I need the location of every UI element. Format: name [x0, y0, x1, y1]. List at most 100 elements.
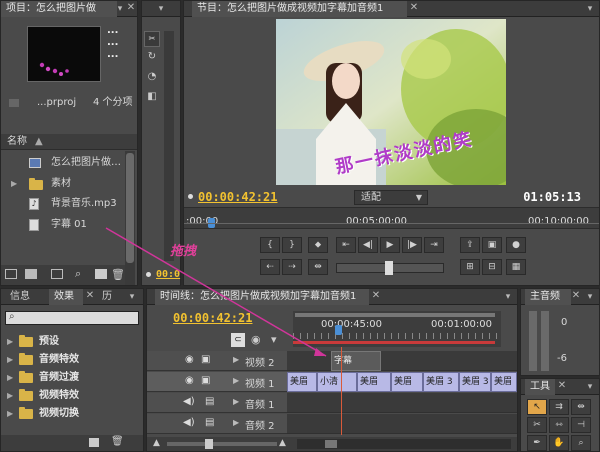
expand-arrow-icon[interactable]: ▶ [233, 418, 239, 427]
panel-menu-icon[interactable]: ▾ [585, 4, 595, 14]
loop-icon[interactable]: ↻ [144, 51, 160, 65]
expand-arrow-icon[interactable]: ▶ [7, 405, 13, 423]
ripple-edit-tool-icon[interactable]: ⇹ [571, 399, 591, 415]
effects-item[interactable]: ▶ 视频特效 [5, 387, 139, 405]
mark-icon[interactable]: ✂ [144, 31, 160, 47]
output-button[interactable]: ▦ [506, 259, 526, 275]
tab-history[interactable]: 历 [97, 289, 119, 305]
scrollbar-thumb[interactable] [126, 153, 134, 263]
column-header[interactable]: 名称 ▲ [1, 134, 137, 150]
go-to-in-button[interactable]: ⇤ [336, 237, 356, 253]
project-item[interactable]: 怎么把图片做… [1, 153, 137, 173]
tab-master-audio[interactable]: 主音频 [525, 289, 571, 305]
track-select-tool-icon[interactable]: ⇉ [549, 399, 569, 415]
video-clip[interactable]: 美眉 3 [423, 372, 459, 392]
new-bin-icon[interactable] [95, 269, 107, 279]
mark-in-button[interactable]: { [260, 237, 280, 253]
export-frame-button[interactable]: ● [506, 237, 526, 253]
multicam-button[interactable]: ⊟ [482, 259, 502, 275]
timeline-scrollbar[interactable] [297, 439, 511, 449]
marker-icon[interactable]: ◉ [251, 333, 261, 346]
zoom-in-icon[interactable]: ▲ [279, 438, 286, 448]
effects-item[interactable]: ▶ 音频特效 [5, 351, 139, 369]
timeline-current-timecode[interactable]: 00:00:42:21 [173, 311, 252, 325]
video-clip[interactable]: 美眉 3 [459, 372, 491, 392]
expand-arrow-icon[interactable]: ▶ [233, 355, 239, 364]
panel-menu-icon[interactable]: ▾ [156, 4, 166, 14]
speaker-icon[interactable]: ◀) [183, 417, 195, 428]
track-video-2[interactable]: 字幕 [287, 351, 517, 371]
play-button[interactable]: ▶ [380, 237, 400, 253]
pen-tool-icon[interactable]: ✒ [527, 435, 547, 451]
list-view-icon[interactable] [5, 269, 17, 279]
speaker-icon[interactable]: ◀) [183, 396, 195, 407]
expand-arrow-icon[interactable]: ▶ [233, 376, 239, 385]
track-header-audio-2[interactable]: ◀) ▤ ▶ 音频 2 [147, 414, 287, 434]
timeline-ruler[interactable]: 00:00:45:00 00:01:00:00 [293, 311, 501, 347]
eye-icon[interactable]: ◉ [185, 375, 194, 386]
play-in-to-out-button[interactable]: ⇹ [308, 259, 328, 275]
audio-icon[interactable]: ◔ [144, 71, 160, 85]
delete-icon[interactable]: 🗑 [111, 268, 125, 281]
zoom-slider-knob[interactable] [205, 439, 213, 449]
add-marker-icon[interactable]: ▾ [271, 333, 277, 346]
zoom-slider[interactable] [167, 439, 277, 449]
expand-arrow-icon[interactable]: ▶ [7, 369, 13, 387]
track-header-video-1[interactable]: ◉ ▣ ▶ 视频 1 [147, 372, 287, 392]
track-audio-2[interactable] [287, 414, 517, 434]
safe-margin-icon[interactable]: ◧ [144, 91, 160, 105]
find-icon[interactable]: ⌕ [75, 267, 81, 281]
expand-arrow-icon[interactable]: ▶ [233, 397, 239, 406]
tab-effects[interactable]: 效果 [49, 289, 83, 305]
fit-dropdown[interactable]: 适配 ▼ [354, 190, 428, 205]
video-clip[interactable]: 小清 [317, 372, 357, 392]
step-forward-button[interactable]: |▶ [402, 237, 422, 253]
track-header-video-2[interactable]: ◉ ▣ ▶ 视频 2 [147, 351, 287, 371]
shuttle-knob[interactable] [385, 261, 393, 275]
scrollbar-thumb[interactable] [325, 440, 337, 448]
project-item[interactable]: ♪ 背景音乐.mp3 [1, 194, 137, 214]
close-icon[interactable]: ✕ [409, 2, 419, 14]
zoom-bar[interactable] [295, 313, 495, 317]
video-clip[interactable]: 美眉 [357, 372, 391, 392]
work-area-bar[interactable] [293, 341, 495, 344]
effects-item[interactable]: ▶ 预设 [5, 333, 139, 351]
source-timecode[interactable]: 00:0 [156, 265, 180, 285]
set-marker-button[interactable]: ⬥ [308, 237, 328, 253]
icon-view-icon[interactable] [25, 269, 37, 279]
tab-tools[interactable]: 工具 [525, 379, 555, 395]
track-audio-1[interactable] [287, 393, 517, 413]
mark-out-button[interactable]: } [282, 237, 302, 253]
panel-menu-icon[interactable]: ▾ [127, 292, 137, 302]
project-item[interactable]: ▶ 素材 [1, 174, 137, 194]
go-to-out-button[interactable]: ⇥ [424, 237, 444, 253]
delete-icon[interactable]: 🗑 [111, 436, 124, 447]
program-ruler[interactable]: :00:00 00:05:00:00 00:10:00:00 [184, 207, 599, 229]
slide-tool-icon[interactable]: ⊣ [571, 417, 591, 433]
video-clip[interactable]: 美眉 [491, 372, 517, 392]
effects-item[interactable]: ▶ 视频切换 [5, 405, 139, 423]
expand-arrow-icon[interactable]: ▶ [7, 351, 13, 369]
panel-menu-icon[interactable]: ▾ [115, 4, 125, 14]
video-clip[interactable]: 美眉 [287, 372, 317, 392]
tab-timeline[interactable]: 时间线：怎么把图片做成视频加字幕加音频1 [155, 289, 369, 305]
automate-icon[interactable] [51, 269, 63, 279]
new-bin-icon[interactable] [89, 438, 99, 447]
close-icon[interactable]: ✕ [85, 290, 95, 302]
track-header-audio-1[interactable]: ◀) ▤ ▶ 音频 1 [147, 393, 287, 413]
lift-button[interactable]: ⇪ [460, 237, 480, 253]
trim-button[interactable]: ⊞ [460, 259, 480, 275]
tab-program[interactable]: 节目：怎么把图片做成视频加字幕加音频1 [192, 1, 407, 17]
expand-arrow-icon[interactable]: ▶ [7, 333, 13, 351]
go-to-next-edit-button[interactable]: ⇢ [282, 259, 302, 275]
tab-project[interactable]: 项目：怎么把图片做 [1, 1, 117, 17]
slip-tool-icon[interactable]: ⇿ [549, 417, 569, 433]
razor-tool-icon[interactable]: ✂ [527, 417, 547, 433]
source-scrollbar[interactable] [164, 31, 174, 261]
zoom-tool-icon[interactable]: ⌕ [571, 435, 591, 451]
sort-up-icon[interactable]: ▲ [35, 134, 43, 150]
step-back-button[interactable]: ◀| [358, 237, 378, 253]
panel-menu-icon[interactable]: ▾ [503, 292, 513, 302]
expand-arrow-icon[interactable]: ▶ [7, 387, 13, 405]
hand-tool-icon[interactable]: ✋ [549, 435, 569, 451]
